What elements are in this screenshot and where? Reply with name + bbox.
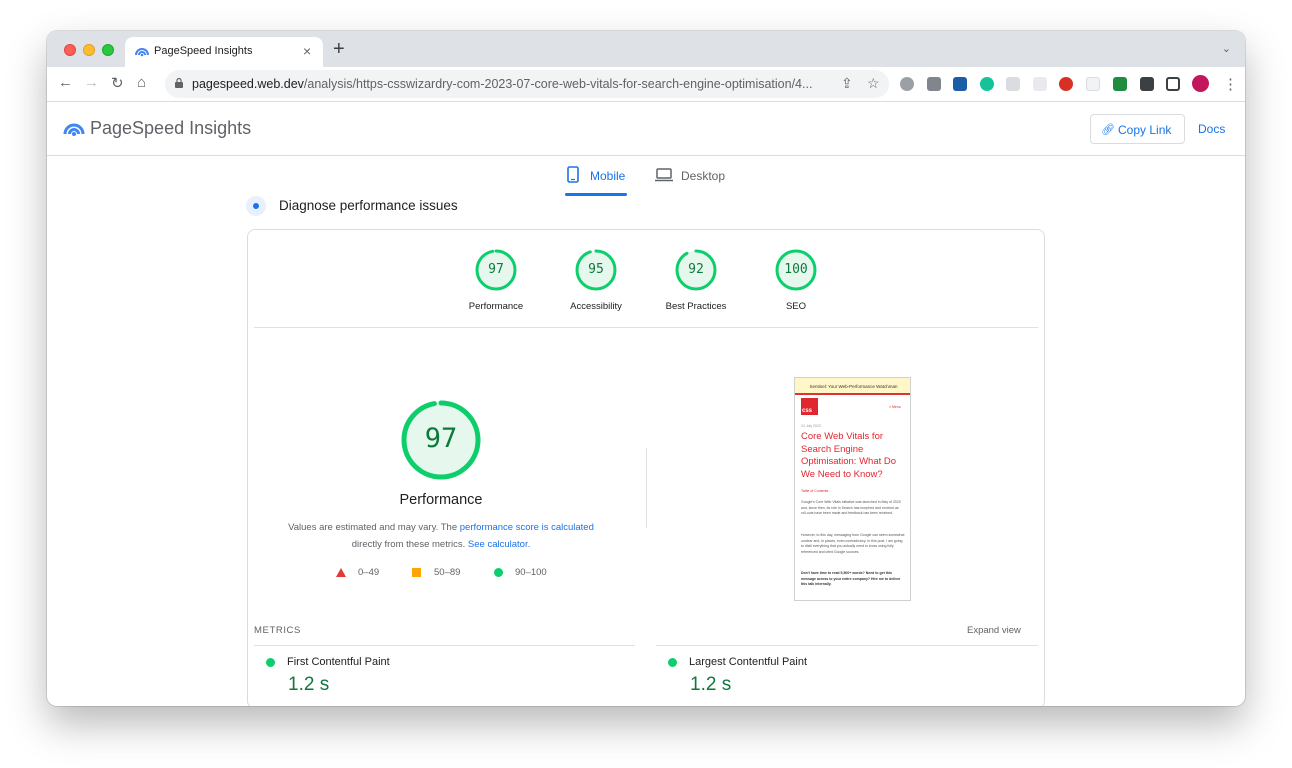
score-label: Performance bbox=[468, 301, 524, 312]
reload-icon[interactable]: ↻ bbox=[111, 74, 124, 92]
metric-name-fcp: First Contentful Paint bbox=[287, 656, 390, 668]
pass-circle-icon bbox=[494, 568, 503, 577]
metric-value-lcp: 1.2 s bbox=[690, 674, 732, 695]
screenshot-logo-text: css bbox=[802, 408, 813, 414]
docs-link[interactable]: Docs bbox=[1198, 122, 1225, 136]
browser-window: PageSpeed Insights × + ⌄ ← → ↻ ⌂ pagespe… bbox=[47, 31, 1245, 706]
performance-gauge-large: 97 bbox=[400, 399, 482, 481]
browser-toolbar: ← → ↻ ⌂ pagespeed.web.dev/analysis/https… bbox=[47, 67, 1245, 102]
chevron-down-icon[interactable]: ⌄ bbox=[1222, 42, 1231, 55]
browser-tab[interactable]: PageSpeed Insights × bbox=[125, 37, 323, 67]
metrics-divider-left bbox=[254, 645, 635, 646]
screenshot-date: 24 July 2023 bbox=[801, 424, 821, 428]
share-icon[interactable]: ⇪ bbox=[841, 75, 853, 92]
url-text[interactable]: pagespeed.web.dev/analysis/https-csswiza… bbox=[192, 77, 832, 91]
laptop-icon bbox=[655, 168, 673, 182]
minimize-window-button[interactable] bbox=[83, 44, 95, 56]
screenshot-banner: Sentinel: Your Web-Performance Watchman bbox=[795, 378, 910, 395]
tab-title: PageSpeed Insights bbox=[154, 45, 253, 57]
tab-strip: PageSpeed Insights × + ⌄ bbox=[47, 31, 1245, 67]
back-arrow-icon[interactable]: ← bbox=[58, 74, 73, 91]
score-gauge-performance[interactable]: 97 bbox=[475, 249, 517, 291]
metric-value-fcp: 1.2 s bbox=[288, 674, 330, 695]
lcp-status-icon bbox=[668, 658, 677, 667]
score-label: Best Practices bbox=[665, 301, 727, 312]
tab-close-icon[interactable]: × bbox=[303, 43, 311, 59]
score-value: 95 bbox=[588, 262, 604, 277]
shield-extension-icon[interactable] bbox=[1006, 77, 1020, 91]
zoom-window-button[interactable] bbox=[102, 44, 114, 56]
page-screenshot: Sentinel: Your Web-Performance Watchman … bbox=[794, 377, 911, 601]
average-square-icon bbox=[412, 568, 421, 577]
psi-header: PageSpeed Insights 🔗︎ Copy Link Docs bbox=[47, 102, 1245, 156]
active-tab-indicator bbox=[565, 193, 627, 196]
metric-name-lcp: Largest Contentful Paint bbox=[689, 656, 808, 668]
screenshot-menu: ≡ Menu bbox=[889, 405, 901, 409]
browser-menu-icon[interactable]: ⋮ bbox=[1223, 75, 1238, 93]
metrics-divider-right bbox=[656, 645, 1038, 646]
expand-view-link[interactable]: Expand view bbox=[967, 625, 1021, 636]
tab-mobile-label: Mobile bbox=[590, 169, 626, 183]
address-bar[interactable]: pagespeed.web.dev/analysis/https-csswiza… bbox=[165, 70, 889, 98]
pin-extension-icon[interactable] bbox=[1033, 77, 1047, 91]
puzzle-extensions-icon[interactable] bbox=[1140, 77, 1154, 91]
pagespeed-favicon-icon bbox=[135, 48, 149, 57]
screenshot-paragraph-1: Google's Core Web Vitals initiative was … bbox=[801, 500, 901, 515]
side-panel-icon[interactable] bbox=[1166, 77, 1180, 91]
url-path: /analysis/https-csswizardry-com-2023-07-… bbox=[303, 77, 813, 91]
screenshot-paragraph-3: Don't have time to read 5,500+ words? Ne… bbox=[801, 571, 901, 586]
score-gauge-accessibility[interactable]: 95 bbox=[575, 249, 617, 291]
performance-title: Performance bbox=[399, 492, 483, 508]
legend-fail: 0–49 bbox=[358, 567, 380, 578]
green-extension-icon[interactable] bbox=[1113, 77, 1127, 91]
vertical-divider bbox=[646, 448, 647, 528]
fail-triangle-icon bbox=[336, 568, 346, 577]
score-gauge-seo[interactable]: 100 bbox=[775, 249, 817, 291]
close-window-button[interactable] bbox=[64, 44, 76, 56]
score-value: 97 bbox=[488, 262, 504, 277]
profile-avatar[interactable] bbox=[1192, 75, 1209, 92]
performance-note: Values are estimated and may vary. The p… bbox=[270, 519, 612, 553]
tab-desktop-label: Desktop bbox=[681, 169, 726, 183]
copy-link-button[interactable]: 🔗︎ Copy Link bbox=[1090, 114, 1185, 144]
metrics-heading: METRICS bbox=[254, 625, 301, 636]
adblock-extension-icon[interactable] bbox=[1059, 77, 1073, 91]
report-card: 97 Performance 95 Accessibility 92 Best Pract… bbox=[247, 229, 1045, 706]
note-middle: directly from these metrics. bbox=[351, 539, 468, 550]
performance-score-link[interactable]: performance score is calculated bbox=[460, 522, 594, 533]
score-label: SEO bbox=[785, 301, 807, 312]
link-icon: 🔗︎ bbox=[1101, 124, 1115, 136]
score-gauge-best-practices[interactable]: 92 bbox=[675, 249, 717, 291]
psi-title: PageSpeed Insights bbox=[90, 118, 252, 138]
copy-link-label: Copy Link bbox=[1118, 123, 1172, 137]
grammarly-extension-icon[interactable] bbox=[980, 77, 994, 91]
re-extension-icon[interactable] bbox=[953, 77, 967, 91]
blank-extension-icon[interactable] bbox=[1086, 77, 1100, 91]
score-value: 92 bbox=[688, 262, 704, 277]
section-title: Diagnose performance issues bbox=[279, 198, 458, 213]
see-calculator-link[interactable]: See calculator. bbox=[468, 539, 530, 550]
screenshot-paragraph-2: However, to this day, messaging from Goo… bbox=[801, 533, 905, 554]
forward-arrow-icon[interactable]: → bbox=[84, 74, 99, 91]
lock-icon bbox=[175, 78, 183, 88]
fcp-status-icon bbox=[266, 658, 275, 667]
divider bbox=[254, 327, 1038, 328]
performance-score-large: 97 bbox=[424, 423, 458, 454]
camera-extension-icon[interactable] bbox=[927, 77, 941, 91]
diagnose-icon bbox=[246, 196, 266, 216]
screenshot-title: Core Web Vitals for Search Engine Optimi… bbox=[801, 431, 897, 480]
phone-icon bbox=[567, 166, 579, 183]
url-host: pagespeed.web.dev bbox=[192, 77, 304, 91]
pagespeed-logo-icon bbox=[63, 123, 85, 136]
home-icon[interactable]: ⌂ bbox=[137, 74, 146, 91]
extension-icon-1[interactable] bbox=[900, 77, 914, 91]
screenshot-toc: Table of Contents bbox=[801, 489, 829, 493]
score-label: Accessibility bbox=[570, 301, 622, 312]
bookmark-star-icon[interactable]: ☆ bbox=[867, 75, 880, 92]
score-value: 100 bbox=[784, 262, 808, 277]
legend-average: 50–89 bbox=[434, 567, 461, 578]
new-tab-button[interactable]: + bbox=[333, 38, 345, 61]
legend-pass: 90–100 bbox=[515, 567, 547, 578]
note-prefix: Values are estimated and may vary. The bbox=[288, 522, 460, 533]
